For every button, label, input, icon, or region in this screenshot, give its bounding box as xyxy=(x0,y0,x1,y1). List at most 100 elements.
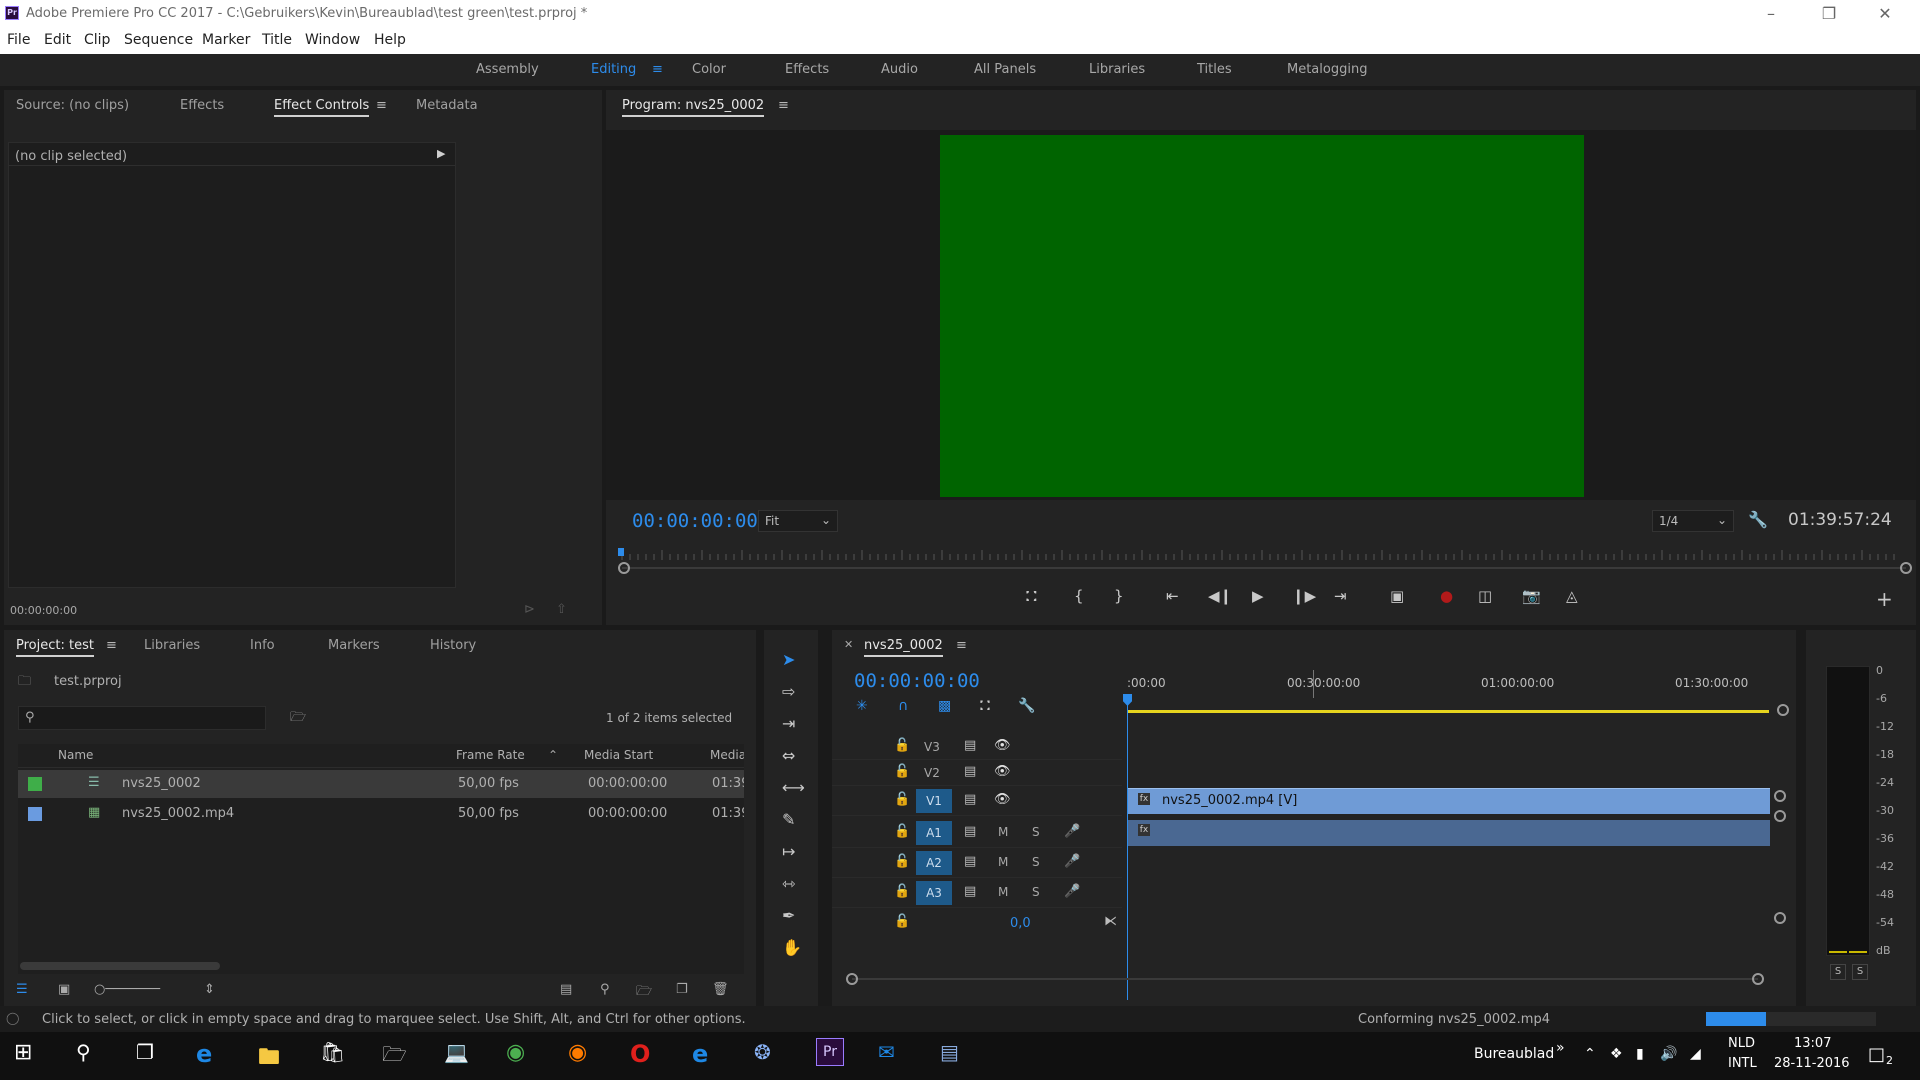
project-search-input[interactable]: ⚲ xyxy=(18,706,266,730)
export-frame-icon[interactable]: ⊳ xyxy=(524,602,535,617)
col-frame-rate[interactable]: Frame Rate xyxy=(456,748,525,762)
menu-window[interactable]: Window xyxy=(305,32,360,48)
col-name[interactable]: Name xyxy=(58,748,93,762)
track-target-v1[interactable]: V1 xyxy=(916,789,952,813)
sort-up-icon[interactable]: ⌃ xyxy=(548,748,558,762)
workspace-menu-icon[interactable]: ≡ xyxy=(652,62,663,77)
step-forward-icon[interactable]: ❙▶ xyxy=(1292,587,1316,605)
workspace-libraries[interactable]: Libraries xyxy=(1089,62,1145,77)
safe-margins-icon[interactable]: ▣ xyxy=(1390,587,1404,605)
action-center-icon[interactable]: □ xyxy=(1868,1044,1885,1065)
solo-left-button[interactable]: S xyxy=(1830,964,1846,980)
browser-icon[interactable]: ❂ xyxy=(754,1040,786,1072)
share-icon[interactable]: ⇧ xyxy=(556,602,567,617)
lock-icon[interactable]: 🔓 xyxy=(894,764,910,779)
dropbox-icon[interactable]: ❖ xyxy=(1610,1046,1623,1062)
track-target-a1[interactable]: A1 xyxy=(916,821,952,845)
show-hidden-icons-icon[interactable]: ⌃ xyxy=(1584,1046,1596,1062)
solo-button[interactable]: S xyxy=(1032,825,1040,839)
keyboard-layout-label[interactable]: INTL xyxy=(1728,1056,1757,1071)
lock-icon[interactable]: 🔓 xyxy=(894,854,910,869)
col-media-start[interactable]: Media Start xyxy=(584,748,653,762)
item-name[interactable]: nvs25_0002 xyxy=(122,776,201,791)
col-media[interactable]: Media xyxy=(710,748,744,762)
workspace-effects[interactable]: Effects xyxy=(785,62,829,77)
mute-button[interactable]: M xyxy=(998,855,1008,869)
search-icon[interactable]: ⚲ xyxy=(76,1040,108,1072)
track-target-a3[interactable]: A3 xyxy=(916,881,952,905)
expand-arrow-icon[interactable]: ▶ xyxy=(437,147,445,160)
new-search-bin-icon[interactable]: 🗁 xyxy=(290,708,306,730)
timeline-ruler[interactable]: :00:00 00:30:00:00 01:00:00:00 01:30:00:… xyxy=(1123,670,1801,722)
menu-help[interactable]: Help xyxy=(374,32,406,48)
timeline-menu-icon[interactable]: ≡ xyxy=(956,638,967,653)
master-volume-value[interactable]: 0,0 xyxy=(1010,916,1031,931)
track-zoom-handle[interactable] xyxy=(1774,810,1786,822)
lock-icon[interactable]: 🔓 xyxy=(894,914,910,929)
go-to-end-icon[interactable]: ⧔ xyxy=(1104,914,1117,929)
program-time-ruler[interactable] xyxy=(618,548,1908,562)
step-back-icon[interactable]: ◀❙ xyxy=(1208,587,1232,605)
extract-icon[interactable]: ◬ xyxy=(1566,587,1578,605)
slip-tool-icon[interactable]: ↦ xyxy=(782,842,795,861)
scroll-handle-right[interactable] xyxy=(1752,973,1764,985)
outlook-icon[interactable]: ✉ xyxy=(878,1040,910,1072)
label-color-swatch[interactable] xyxy=(28,807,42,821)
trash-icon[interactable]: 🗑 xyxy=(712,982,729,997)
horizontal-scrollbar[interactable] xyxy=(20,962,220,970)
label-color-swatch[interactable] xyxy=(28,777,42,791)
add-marker-icon[interactable]: ⛚ xyxy=(980,698,990,714)
chrome-icon[interactable]: ◉ xyxy=(506,1040,538,1072)
firefox-icon[interactable]: ◉ xyxy=(568,1040,600,1072)
eye-icon[interactable]: 👁 xyxy=(994,792,1011,807)
new-bin-icon[interactable]: 🗁 xyxy=(636,982,652,1004)
store-icon[interactable]: 🛍 xyxy=(320,1040,352,1072)
menu-sequence[interactable]: Sequence xyxy=(124,32,193,48)
table-row[interactable]: ▦ nvs25_0002.mp4 50,00 fps 00:00:00:00 0… xyxy=(18,800,744,828)
table-row[interactable]: ☰ nvs25_0002 50,00 fps 00:00:00:00 01:39 xyxy=(18,770,744,798)
slide-tool-icon[interactable]: ⇿ xyxy=(782,874,795,893)
track-zoom-handle[interactable] xyxy=(1774,790,1786,802)
rate-stretch-tool-icon[interactable]: ⟷ xyxy=(782,778,805,797)
panel-menu-icon[interactable]: ≡ xyxy=(376,98,387,113)
track-target-a2[interactable]: A2 xyxy=(916,851,952,875)
pen-tool-icon[interactable]: ✒ xyxy=(782,906,795,925)
zoom-handle-left[interactable] xyxy=(618,562,630,574)
solo-button[interactable]: S xyxy=(1032,885,1040,899)
menu-file[interactable]: File xyxy=(7,32,30,48)
find-icon[interactable]: ⚲ xyxy=(600,982,610,997)
premiere-taskbar-icon[interactable]: Pr xyxy=(816,1038,844,1066)
workspace-editing[interactable]: Editing xyxy=(591,62,636,77)
close-sequence-icon[interactable]: ✕ xyxy=(844,638,853,651)
sequence-tab[interactable]: nvs25_0002 xyxy=(864,638,943,657)
timeline-timecode[interactable]: 00:00:00:00 xyxy=(854,670,980,692)
menu-clip[interactable]: Clip xyxy=(84,32,110,48)
project-menu-icon[interactable]: ≡ xyxy=(106,638,117,653)
edge-icon[interactable]: e xyxy=(196,1040,228,1072)
tab-metadata[interactable]: Metadata xyxy=(416,98,478,113)
workspace-color[interactable]: Color xyxy=(692,62,726,77)
sync-lock-icon[interactable]: ▤ xyxy=(964,792,976,807)
track-select-tool-icon[interactable]: ⇨ xyxy=(782,682,795,701)
add-button-icon[interactable]: + xyxy=(1876,587,1893,611)
track-label[interactable]: V3 xyxy=(924,740,940,754)
clock-time[interactable]: 13:07 xyxy=(1794,1036,1831,1051)
close-button[interactable]: ✕ xyxy=(1862,0,1908,28)
wifi-icon[interactable]: ◢ xyxy=(1690,1046,1701,1062)
settings-wrench-icon[interactable]: 🔧 xyxy=(1748,510,1768,529)
workspace-all-panels[interactable]: All Panels xyxy=(974,62,1036,77)
battery-icon[interactable]: ▮ xyxy=(1636,1046,1644,1062)
selection-tool-icon[interactable]: ➤ xyxy=(782,650,795,669)
go-to-in-icon[interactable]: ⇤ xyxy=(1166,587,1179,605)
sync-lock-icon[interactable]: ▤ xyxy=(964,764,976,779)
clock-date[interactable]: 28-11-2016 xyxy=(1774,1056,1850,1071)
sync-lock-icon[interactable]: ▤ xyxy=(964,854,976,869)
file-manager-icon[interactable]: 🗁 xyxy=(382,1040,414,1072)
menu-title[interactable]: Title xyxy=(262,32,292,48)
program-title[interactable]: Program: nvs25_0002 xyxy=(622,98,765,117)
audio-clip[interactable]: fx xyxy=(1128,820,1770,846)
mark-out-icon[interactable]: } xyxy=(1114,587,1124,605)
solo-right-button[interactable]: S xyxy=(1852,964,1868,980)
program-playhead-timecode[interactable]: 00:00:00:00 xyxy=(632,510,758,532)
track-label[interactable]: V2 xyxy=(924,766,940,780)
